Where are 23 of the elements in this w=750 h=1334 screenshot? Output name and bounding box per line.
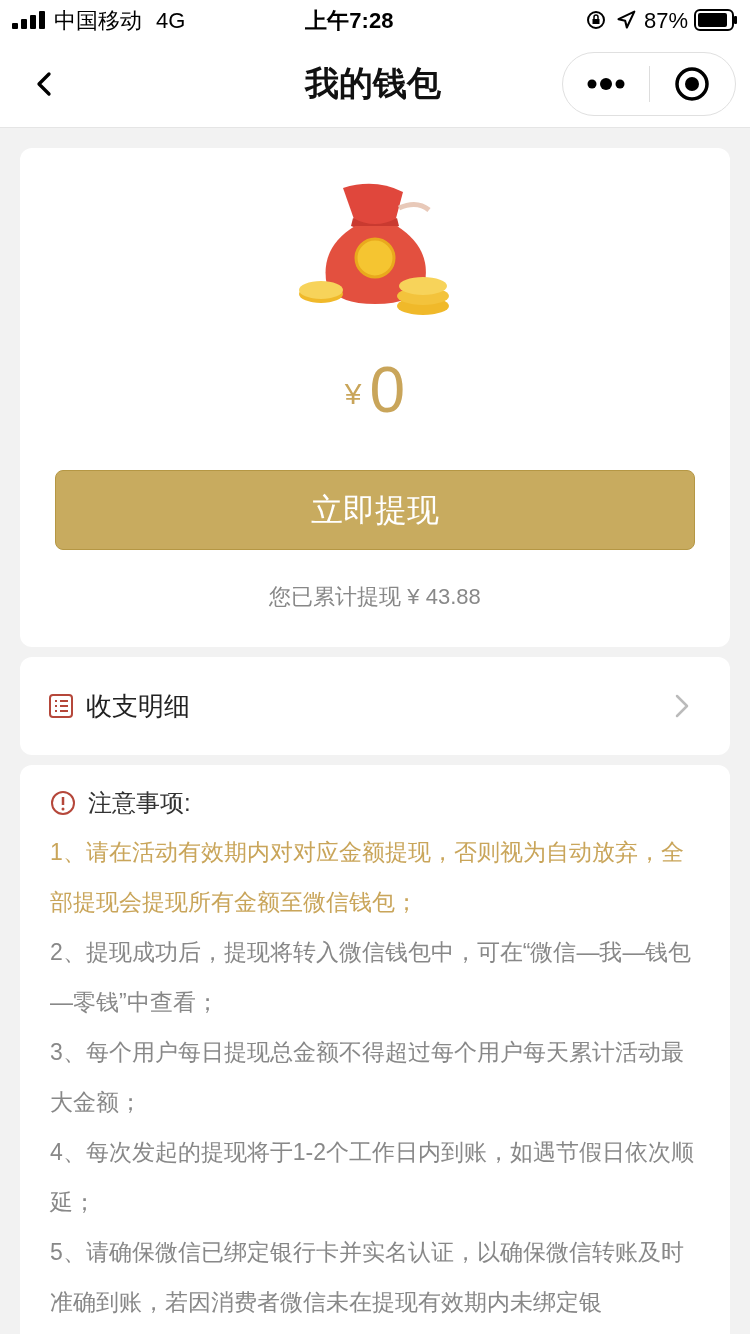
notice-title: 注意事项: [88, 788, 191, 818]
notice-item: 2、提现成功后，提现将转入微信钱包中，可在“微信—我—钱包—零钱”中查看； [50, 938, 693, 1017]
balance-amount: 0 [369, 358, 406, 422]
battery-icon [694, 9, 738, 31]
notice-item: 5、请确保微信已绑定银行卡并实名认证，以确保微信转账及时准确到账，若因消费者微信未在提现有效期内未绑定银 [50, 1238, 685, 1317]
page-title: 我的钱包 [305, 63, 441, 104]
total-withdrawn: 您已累计提现 ¥ 43.88 [269, 583, 481, 611]
target-icon [674, 65, 711, 102]
notice-item: 4、每次发起的提现将于1-2个工作日内到账，如遇节假日依次顺延； [50, 1138, 696, 1217]
rotation-lock-icon [585, 10, 606, 30]
alert-icon [50, 790, 76, 816]
notice-item: 1、请在活动有效期内对对应金额提现，否则视为自动放弃，全部提现会提现所有金额至微信钱包； [50, 838, 685, 917]
carrier: 中国移动 [54, 6, 142, 35]
clock: 上午7:28 [305, 6, 394, 35]
more-icon [585, 77, 626, 90]
details-row[interactable]: 收支明细 [20, 657, 730, 755]
notice-item: 3、每个用户每日提现总金额不得超过每个用户每天累计活动最大金额； [50, 1038, 685, 1117]
battery-percent: 87% [643, 6, 688, 35]
currency-symbol: ¥ [344, 376, 362, 412]
network-type: 4G [156, 6, 186, 35]
location-icon [615, 10, 636, 30]
list-icon [48, 693, 74, 719]
signal-icon [12, 11, 46, 29]
